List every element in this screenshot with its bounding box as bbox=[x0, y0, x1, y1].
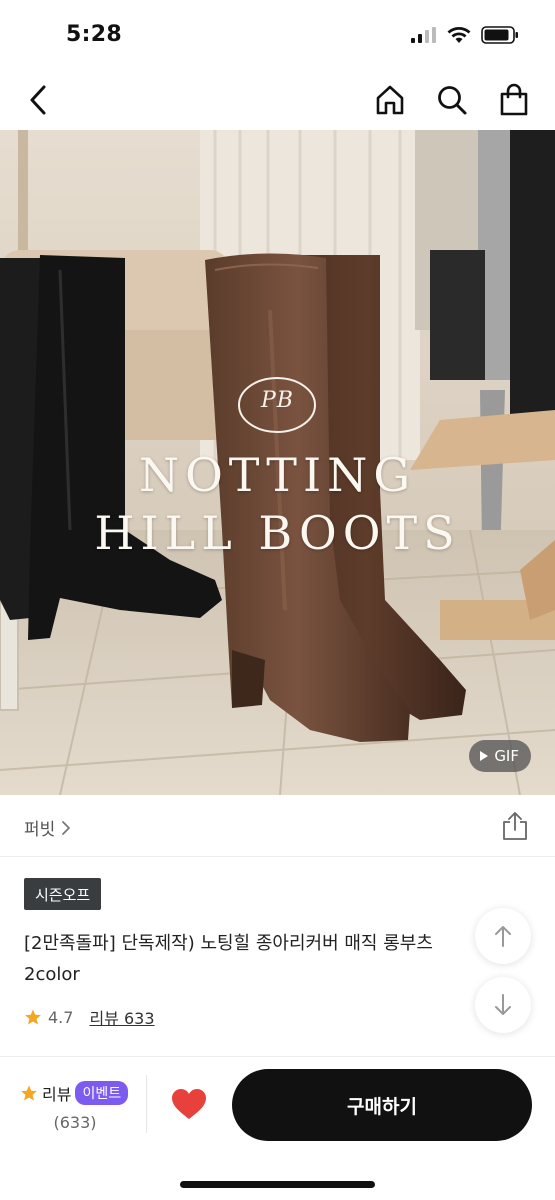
shopping-bag-icon bbox=[500, 83, 528, 116]
divider bbox=[146, 1075, 147, 1133]
wifi-icon bbox=[447, 27, 471, 43]
hero-brand-line2: HILL BOOTS bbox=[94, 506, 461, 560]
buy-button[interactable]: 구매하기 bbox=[232, 1069, 532, 1141]
chevron-right-icon bbox=[62, 820, 71, 835]
rating-value: 4.7 bbox=[48, 1007, 74, 1027]
home-button[interactable] bbox=[368, 78, 412, 122]
arrow-up-icon bbox=[495, 926, 511, 947]
status-time: 5:28 bbox=[66, 22, 122, 47]
search-button[interactable] bbox=[430, 78, 474, 122]
star-icon bbox=[25, 1009, 41, 1025]
status-icons bbox=[411, 26, 519, 44]
share-icon bbox=[503, 812, 527, 840]
review-summary[interactable]: 리뷰 이벤트 (633) bbox=[20, 1081, 130, 1132]
hero-brand-line1: NOTTING bbox=[138, 448, 417, 502]
chevron-left-icon bbox=[30, 85, 46, 115]
rating-row: 4.7 리뷰 633 bbox=[24, 1005, 155, 1029]
product-title: [2만족돌파] 단독제작) 노팅힐 종아리커버 매직 롱부츠 2color bbox=[24, 933, 433, 985]
bottom-bar: 리뷰 이벤트 (633) 구매하기 bbox=[0, 1056, 555, 1200]
review-top: 리뷰 이벤트 bbox=[20, 1081, 130, 1105]
review-label: 리뷰 bbox=[42, 1085, 72, 1104]
product-image[interactable]: PB NOTTING HILL BOOTS GIF bbox=[0, 130, 555, 795]
signal-icon bbox=[411, 27, 436, 43]
scroll-top-button[interactable] bbox=[475, 908, 531, 964]
brand-name: 퍼빗 bbox=[24, 820, 56, 840]
share-button[interactable] bbox=[501, 811, 529, 841]
brand-link[interactable]: 퍼빗 bbox=[24, 815, 71, 840]
play-icon bbox=[480, 751, 489, 761]
home-indicator bbox=[180, 1181, 375, 1188]
scroll-down-button[interactable] bbox=[475, 977, 531, 1033]
brand-row: 퍼빗 bbox=[0, 795, 555, 857]
review-count: (633) bbox=[53, 1113, 97, 1132]
season-off-tag: 시즌오프 bbox=[24, 878, 102, 910]
back-button[interactable] bbox=[16, 78, 60, 122]
wishlist-button[interactable] bbox=[170, 1087, 208, 1123]
home-icon bbox=[376, 85, 404, 115]
status-bar: 5:28 bbox=[0, 0, 555, 70]
gif-badge[interactable]: GIF bbox=[469, 740, 531, 772]
review-link[interactable]: 리뷰 633 bbox=[89, 1005, 154, 1029]
nav-bar bbox=[0, 70, 555, 130]
battery-icon bbox=[481, 26, 518, 44]
search-icon bbox=[438, 86, 467, 115]
heart-icon bbox=[172, 1089, 206, 1119]
arrow-down-icon bbox=[495, 994, 511, 1015]
cart-button[interactable] bbox=[492, 78, 536, 122]
gif-label: GIF bbox=[494, 747, 519, 765]
event-badge: 이벤트 bbox=[75, 1081, 129, 1105]
star-icon bbox=[21, 1085, 37, 1101]
brand-monogram: PB bbox=[261, 388, 294, 413]
